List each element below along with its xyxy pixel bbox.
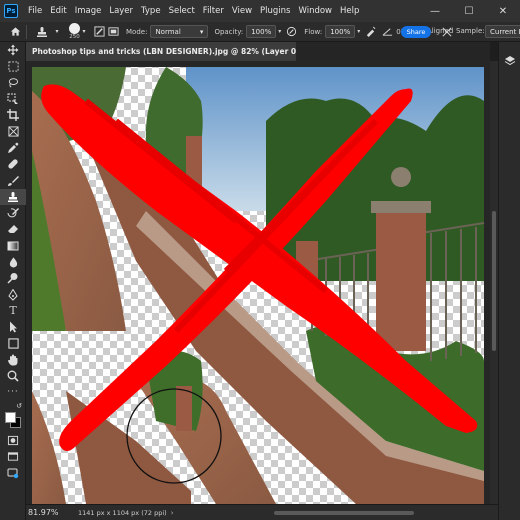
brush-size-value: 250 <box>69 34 80 40</box>
opacity-field[interactable]: 100% <box>246 25 277 38</box>
path-selection-tool-icon[interactable] <box>0 319 26 335</box>
brick-pillar <box>376 211 426 351</box>
brush-settings-icon[interactable] <box>92 25 106 39</box>
ignore-adjustment-icon[interactable] <box>440 25 454 39</box>
brush-size-picker[interactable]: 250 <box>69 23 80 40</box>
screen-mode-icon[interactable] <box>0 449 26 465</box>
menu-edit[interactable]: Edit <box>46 0 70 22</box>
chevron-down-icon: ▾ <box>199 27 204 36</box>
eyedropper-tool-icon[interactable] <box>0 140 26 156</box>
clone-stamp-tool-icon[interactable] <box>0 188 26 205</box>
gradient-tool-icon[interactable] <box>0 238 26 254</box>
minimize-button[interactable]: — <box>418 0 452 22</box>
menu-plugins[interactable]: Plugins <box>256 0 294 22</box>
dodge-tool-icon[interactable] <box>0 270 26 286</box>
options-bar: ▾ 250 ▾ Mode: Normal ▾ Opacity: 100% ▾ F… <box>0 22 520 42</box>
menu-file[interactable]: File <box>24 0 46 22</box>
brush-tool-icon[interactable] <box>0 172 26 188</box>
menu-type[interactable]: Type <box>137 0 165 22</box>
pen-tool-icon[interactable] <box>0 286 26 302</box>
canvas-area[interactable] <box>26 61 490 504</box>
close-button[interactable]: ✕ <box>486 0 520 22</box>
zoom-tool-icon[interactable] <box>0 368 26 384</box>
menu-items: File Edit Image Layer Type Select Filter… <box>24 0 363 22</box>
pressure-opacity-icon[interactable] <box>284 25 298 39</box>
sample-label: Sample: <box>456 27 485 35</box>
opacity-value: 100% <box>251 27 272 36</box>
swap-colors-icon[interactable]: ↺ <box>0 401 26 411</box>
menu-window[interactable]: Window <box>294 0 336 22</box>
type-tool-icon[interactable]: T <box>0 303 26 319</box>
flow-value: 100% <box>330 27 351 36</box>
layers-icon[interactable] <box>499 50 520 72</box>
opacity-label: Opacity: <box>214 27 244 36</box>
sample-select[interactable]: Current Layer <box>485 25 520 38</box>
window-controls: — ☐ ✕ <box>418 0 520 22</box>
vertical-scrollbar[interactable] <box>490 61 498 504</box>
rectangle-tool-icon[interactable] <box>0 335 26 351</box>
airbrush-icon[interactable] <box>363 25 377 39</box>
document-tab[interactable]: Photoshop tips and tricks (LBN DESIGNER)… <box>26 42 356 61</box>
move-tool-icon[interactable] <box>0 42 26 58</box>
object-selection-tool-icon[interactable] <box>0 91 26 107</box>
quick-mask-icon[interactable] <box>0 433 26 449</box>
clone-stamp-tool-preset-icon[interactable] <box>31 25 53 39</box>
brush-preview-icon <box>69 23 80 34</box>
zoom-level[interactable]: 81.97% <box>28 508 70 517</box>
mode-select[interactable]: Normal ▾ <box>150 25 209 38</box>
foreground-color-swatch[interactable] <box>5 411 16 423</box>
share-button[interactable]: Share <box>401 26 431 38</box>
marquee-tool-icon[interactable] <box>0 58 26 74</box>
home-icon[interactable] <box>8 25 22 39</box>
document-info[interactable]: 1141 px x 1104 px (72 ppi) <box>78 509 167 517</box>
status-bar: 81.97% 1141 px x 1104 px (72 ppi) › <box>26 504 498 520</box>
scrollbar-thumb[interactable] <box>492 211 496 351</box>
healing-brush-tool-icon[interactable] <box>0 156 26 172</box>
document-canvas[interactable] <box>26 61 490 504</box>
menu-filter[interactable]: Filter <box>199 0 228 22</box>
chevron-down-icon[interactable]: ▾ <box>53 25 61 39</box>
sample-value: Current Layer <box>490 27 520 36</box>
chevron-right-icon[interactable]: › <box>171 509 174 517</box>
divider <box>26 24 27 39</box>
blur-tool-icon[interactable] <box>0 254 26 270</box>
right-panel-dock <box>498 42 520 520</box>
frame-tool-icon[interactable] <box>0 123 26 139</box>
angle-icon[interactable] <box>380 25 394 39</box>
chevron-down-icon[interactable]: ▾ <box>278 28 281 35</box>
flow-field[interactable]: 100% <box>325 25 356 38</box>
history-brush-tool-icon[interactable] <box>0 205 26 221</box>
flow-label: Flow: <box>304 27 323 36</box>
clone-source-icon[interactable] <box>106 25 120 39</box>
mode-value: Normal <box>155 27 181 36</box>
menu-layer[interactable]: Layer <box>105 0 137 22</box>
menu-view[interactable]: View <box>228 0 256 22</box>
more-tools-icon[interactable]: ··· <box>0 384 26 400</box>
tab-bar-empty <box>296 42 490 61</box>
crop-tool-icon[interactable] <box>0 107 26 123</box>
hand-tool-icon[interactable] <box>0 352 26 368</box>
lasso-tool-icon[interactable] <box>0 75 26 91</box>
menu-image[interactable]: Image <box>71 0 106 22</box>
generative-icon[interactable] <box>0 465 26 481</box>
horizontal-scrollbar[interactable] <box>274 511 414 515</box>
cloned-pillar <box>176 386 192 431</box>
color-swatches[interactable] <box>0 411 26 433</box>
chevron-down-icon[interactable]: ▾ <box>80 25 88 39</box>
eraser-tool-icon[interactable] <box>0 221 26 237</box>
mode-label: Mode: <box>126 27 148 36</box>
photoshop-logo: Ps <box>4 4 18 18</box>
chevron-down-icon[interactable]: ▾ <box>357 28 360 35</box>
maximize-button[interactable]: ☐ <box>452 0 486 22</box>
menu-select[interactable]: Select <box>165 0 199 22</box>
pillar-finial <box>391 167 411 187</box>
pillar-cap <box>371 201 431 213</box>
menu-bar: Ps File Edit Image Layer Type Select Fil… <box>0 0 520 22</box>
tools-panel: T ··· ↺ <box>0 42 26 520</box>
menu-help[interactable]: Help <box>336 0 363 22</box>
